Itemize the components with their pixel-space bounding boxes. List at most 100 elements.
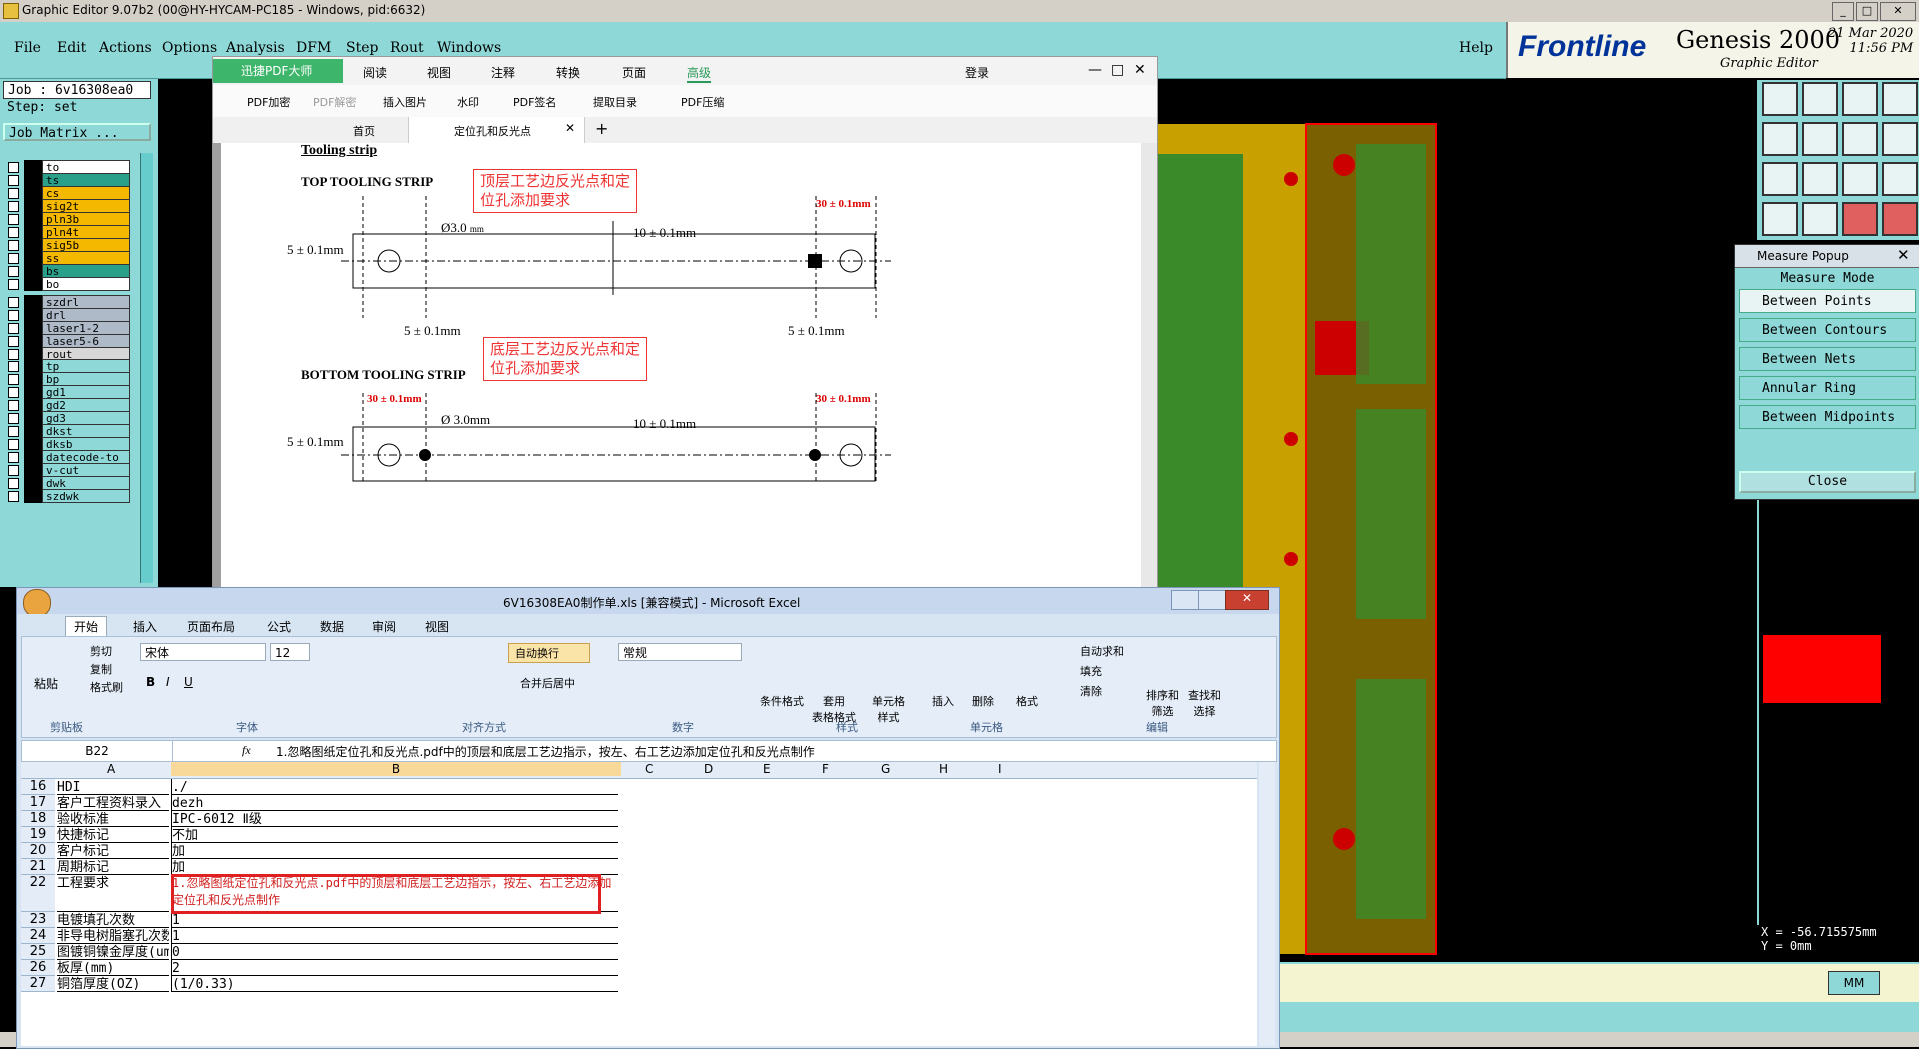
ribbon-tab-review[interactable]: 审阅 xyxy=(372,618,396,635)
layer-row[interactable]: laser5-6 xyxy=(8,334,146,348)
layer-checkbox[interactable] xyxy=(8,162,19,173)
layer-row[interactable]: gd3 xyxy=(8,411,146,425)
worksheet-grid[interactable]: A B C D E F G H I 16 HDI ./17 客户工程资料录入 dezh 1… xyxy=(21,762,1257,1046)
layer-color-swatch[interactable] xyxy=(24,476,42,490)
row-header[interactable]: 25 xyxy=(21,944,55,960)
layer-row[interactable]: pln4t xyxy=(8,225,146,239)
menu-dfm[interactable]: DFM xyxy=(296,40,331,56)
col-f-header[interactable]: F xyxy=(822,762,829,776)
tool-help-icon[interactable] xyxy=(1882,162,1918,196)
pdf-tab-advanced[interactable]: 高级 xyxy=(687,64,712,83)
tool-scale-icon[interactable] xyxy=(1842,162,1878,196)
layer-row[interactable]: drl xyxy=(8,308,146,322)
layer-color-swatch[interactable] xyxy=(24,186,42,200)
table-cell[interactable]: ./ xyxy=(171,779,618,795)
excel-restore-button[interactable] xyxy=(1198,590,1226,610)
pdf-encrypt-button[interactable]: PDF加密 xyxy=(247,94,290,110)
col-d-header[interactable]: D xyxy=(704,762,713,776)
tool-move-left-icon[interactable] xyxy=(1762,122,1798,156)
table-cell[interactable]: HDI xyxy=(57,779,169,795)
layer-name[interactable]: laser5-6 xyxy=(42,334,130,348)
layer-row[interactable]: bs xyxy=(8,264,146,278)
sort-filter-button[interactable]: 排序和 筛选 xyxy=(1146,687,1179,719)
layer-checkbox[interactable] xyxy=(8,465,19,476)
tool-zoom-fit-icon[interactable] xyxy=(1762,162,1798,196)
layer-name[interactable]: szdrl xyxy=(42,295,130,309)
layer-color-swatch[interactable] xyxy=(24,264,42,278)
layer-checkbox[interactable] xyxy=(8,400,19,411)
layer-row[interactable]: bo xyxy=(8,277,146,291)
excel-scrollbar[interactable] xyxy=(1259,762,1275,1046)
layer-name[interactable]: dksb xyxy=(42,437,130,451)
col-g-header[interactable]: G xyxy=(881,762,890,776)
number-format-select[interactable]: 常规 xyxy=(618,643,742,661)
pdf-extract-toc-button[interactable]: 提取目录 xyxy=(593,94,637,110)
pdf-compress-button[interactable]: PDF压缩 xyxy=(681,94,724,110)
table-cell[interactable]: 不加 xyxy=(171,827,618,843)
layer-color-swatch[interactable] xyxy=(24,295,42,309)
layer-color-swatch[interactable] xyxy=(24,450,42,464)
pdf-sign-button[interactable]: PDF签名 xyxy=(513,94,556,110)
measure-between-nets[interactable]: Between Nets xyxy=(1739,347,1916,371)
table-cell[interactable]: 加 xyxy=(171,843,618,859)
layer-name[interactable]: gd1 xyxy=(42,385,130,399)
row-header[interactable]: 22 xyxy=(21,875,55,912)
copy-button[interactable]: 复制 xyxy=(90,661,112,677)
layer-row[interactable]: sig2t xyxy=(8,199,146,213)
pdf-scrollbar[interactable] xyxy=(1141,143,1157,590)
layer-row[interactable]: dwk xyxy=(8,476,146,490)
layer-checkbox[interactable] xyxy=(8,336,19,347)
menu-analysis[interactable]: Analysis xyxy=(226,40,285,56)
layer-color-swatch[interactable] xyxy=(24,463,42,477)
layer-color-swatch[interactable] xyxy=(24,321,42,335)
ribbon-tab-home[interactable]: 开始 xyxy=(65,616,108,637)
tool-home-icon[interactable] xyxy=(1842,82,1878,116)
table-cell[interactable]: 周期标记 xyxy=(57,859,169,875)
wrap-text-button[interactable]: 自动换行 xyxy=(508,643,590,663)
layer-checkbox[interactable] xyxy=(8,188,19,199)
tool-window-icon[interactable] xyxy=(1882,82,1918,116)
pdf-tab-convert[interactable]: 转换 xyxy=(556,64,580,81)
layer-checkbox[interactable] xyxy=(8,361,19,372)
ribbon-tab-view[interactable]: 视图 xyxy=(425,618,449,635)
table-cell[interactable]: 2 xyxy=(171,960,618,976)
row-header[interactable]: 17 xyxy=(21,795,55,811)
row-header[interactable]: 20 xyxy=(21,843,55,859)
layer-row[interactable]: dksb xyxy=(8,437,146,451)
tool-save-icon[interactable] xyxy=(1802,82,1838,116)
pdf-decrypt-button[interactable]: PDF解密 xyxy=(313,94,356,110)
layer-name[interactable]: gd2 xyxy=(42,398,130,412)
layer-color-swatch[interactable] xyxy=(24,334,42,348)
tool-move-right-icon[interactable] xyxy=(1802,122,1838,156)
table-cell[interactable]: 客户工程资料录入 xyxy=(57,795,169,811)
format-painter-button[interactable]: 格式刷 xyxy=(90,679,123,695)
layer-row[interactable]: dkst xyxy=(8,424,146,438)
table-cell[interactable]: 验收标准 xyxy=(57,811,169,827)
layer-row[interactable]: datecode-to xyxy=(8,450,146,464)
insert-cells-button[interactable]: 插入 xyxy=(932,693,954,709)
layer-color-swatch[interactable] xyxy=(24,372,42,386)
table-cell[interactable]: IPC-6012 Ⅱ级 xyxy=(171,811,618,827)
layer-name[interactable]: szdwk xyxy=(42,489,130,503)
layer-color-swatch[interactable] xyxy=(24,411,42,425)
font-size-select[interactable]: 12 xyxy=(270,643,310,661)
layer-color-swatch[interactable] xyxy=(24,212,42,226)
layer-checkbox[interactable] xyxy=(8,227,19,238)
autosum-button[interactable]: 自动求和 xyxy=(1080,643,1124,659)
layer-name[interactable]: gd3 xyxy=(42,411,130,425)
minimize-button[interactable]: _ xyxy=(1832,2,1854,21)
menu-windows[interactable]: Windows xyxy=(437,40,501,56)
layer-row[interactable]: bp xyxy=(8,372,146,386)
layer-color-swatch[interactable] xyxy=(24,385,42,399)
menu-edit[interactable]: Edit xyxy=(57,40,86,56)
layer-checkbox[interactable] xyxy=(8,491,19,502)
fx-icon[interactable]: fx xyxy=(242,743,251,758)
layer-checkbox[interactable] xyxy=(8,374,19,385)
layer-color-swatch[interactable] xyxy=(24,173,42,187)
layer-name[interactable]: bp xyxy=(42,372,130,386)
layer-checkbox[interactable] xyxy=(8,323,19,334)
underline-button[interactable]: U xyxy=(184,675,193,689)
layer-name[interactable]: to xyxy=(42,160,130,174)
layer-checkbox[interactable] xyxy=(8,266,19,277)
formula-input[interactable]: 1.忽略图纸定位孔和反光点.pdf中的顶层和底层工艺边指示，按左、右工艺边添加定… xyxy=(276,743,815,760)
